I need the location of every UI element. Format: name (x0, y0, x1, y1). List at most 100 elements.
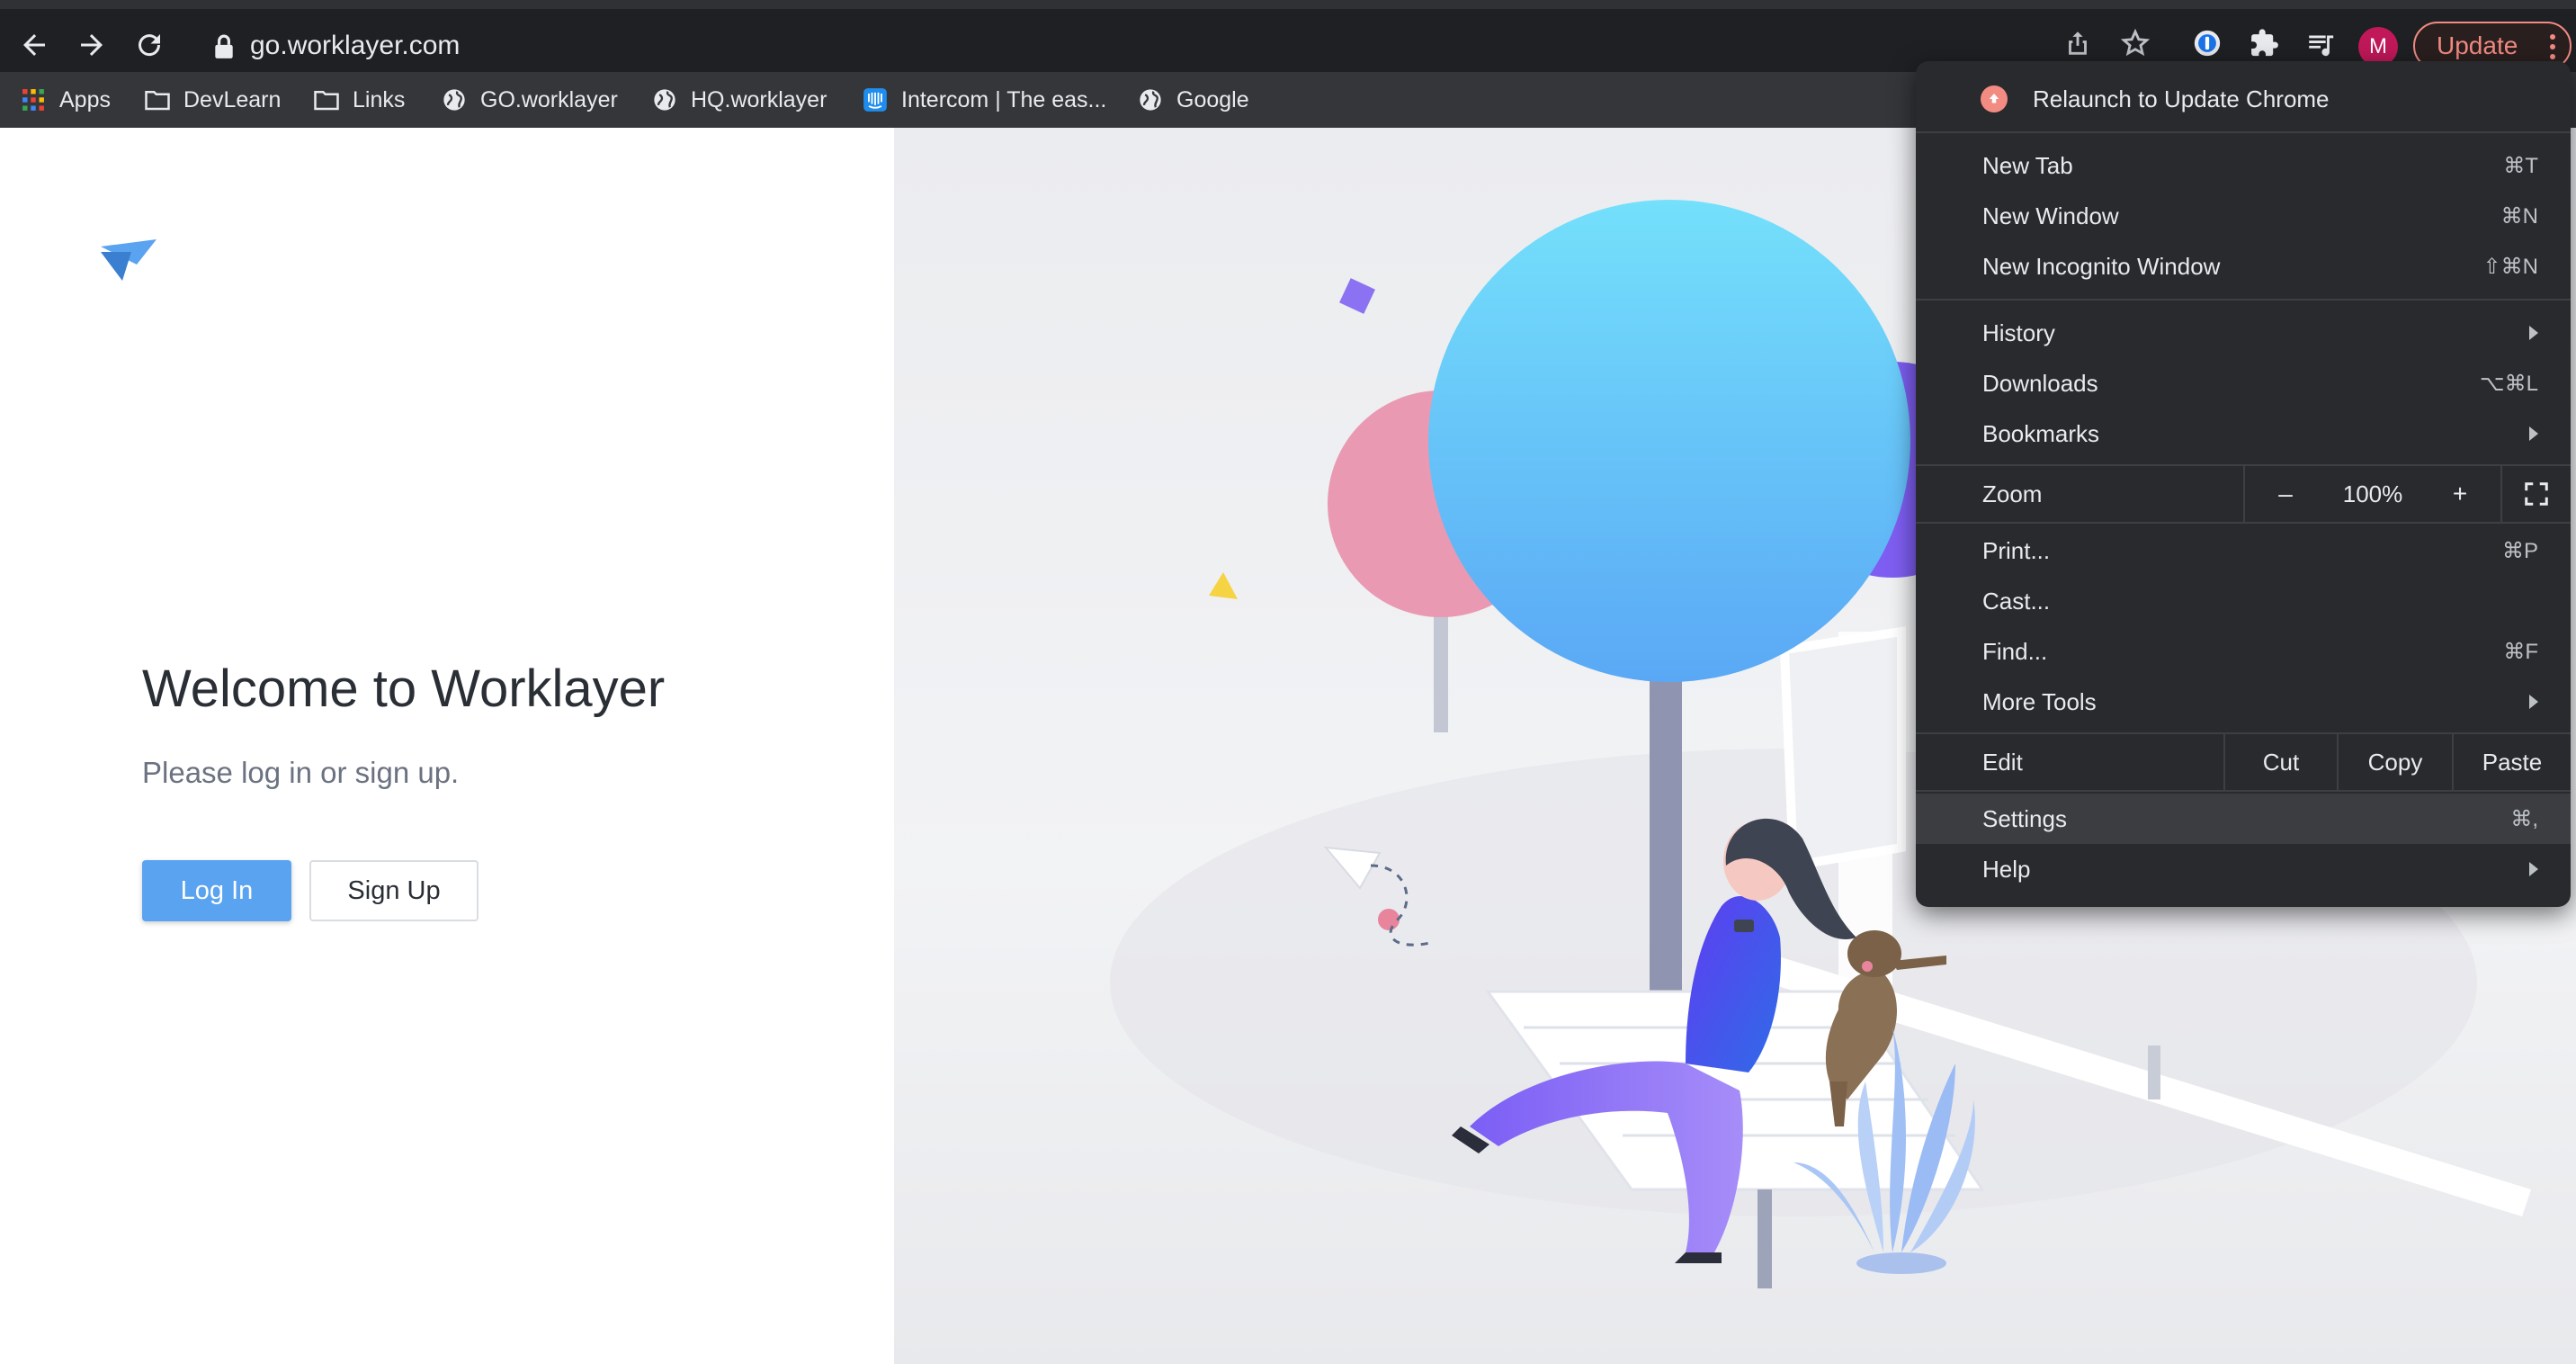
playlist-icon (2309, 35, 2334, 57)
submenu-arrow-icon (2529, 862, 2538, 876)
copy-button[interactable]: Copy (2339, 736, 2452, 788)
intercom-icon (862, 86, 889, 113)
bookmark-label: Links (353, 86, 406, 112)
signup-button[interactable]: Sign Up (309, 860, 479, 921)
zoom-out-button[interactable]: – (2254, 468, 2317, 520)
url-text: go.worklayer.com (250, 31, 461, 60)
bookmark-label: GO.worklayer (480, 86, 618, 112)
fullscreen-button[interactable] (2502, 468, 2571, 520)
menu-find[interactable]: Find... ⌘F (1916, 626, 2571, 677)
extensions-button[interactable] (2243, 22, 2286, 65)
apps-grid-icon (20, 86, 47, 113)
bookmark-links[interactable]: Links (313, 72, 405, 128)
bookmark-label: Google (1176, 86, 1249, 112)
menu-label: Downloads (1982, 369, 2098, 397)
media-controls-button[interactable] (2299, 22, 2342, 65)
menu-label: New Tab (1982, 151, 2073, 179)
bookmark-intercom[interactable]: Intercom | The eas... (862, 72, 1106, 128)
menu-shortcut: ⌘N (2500, 203, 2538, 229)
bookmark-label: DevLearn (183, 86, 282, 112)
menu-bookmarks[interactable]: Bookmarks (1916, 408, 2571, 459)
menu-label: Print... (1982, 536, 2051, 564)
menu-shortcut: ⌘P (2501, 538, 2538, 563)
menu-downloads[interactable]: Downloads ⌥⌘L (1916, 358, 2571, 408)
menu-divider (1916, 790, 2571, 792)
bookmark-go-worklayer[interactable]: GO.worklayer (441, 72, 618, 128)
menu-label: Zoom (1982, 480, 2043, 507)
bookmark-hq-worklayer[interactable]: HQ.worklayer (651, 72, 827, 128)
welcome-heading: Welcome to Worklayer (142, 660, 666, 718)
menu-label: Relaunch to Update Chrome (2033, 85, 2330, 112)
reload-icon (139, 34, 161, 57)
extension-onepassword-button[interactable] (2186, 22, 2229, 65)
submenu-arrow-icon (2529, 695, 2538, 709)
worklayer-logo-icon (101, 239, 157, 281)
globe-icon (651, 86, 678, 113)
chrome-main-menu: Relaunch to Update Chrome New Tab ⌘T New… (1916, 61, 2571, 907)
menu-new-tab[interactable]: New Tab ⌘T (1916, 140, 2571, 191)
address-bar[interactable]: go.worklayer.com (189, 22, 2159, 70)
menu-shortcut: ⌘, (2510, 806, 2538, 831)
zoom-in-button[interactable]: + (2428, 468, 2491, 520)
menu-label: New Window (1982, 202, 2119, 229)
paste-button[interactable]: Paste (2454, 736, 2571, 788)
login-button[interactable]: Log In (142, 860, 291, 921)
menu-help[interactable]: Help (1916, 844, 2571, 894)
folder-icon (144, 86, 171, 113)
fullscreen-icon (2525, 482, 2548, 506)
cut-button[interactable]: Cut (2225, 736, 2337, 788)
menu-relaunch-update[interactable]: Relaunch to Update Chrome (1916, 74, 2571, 124)
menu-label: Cast... (1982, 587, 2051, 615)
forward-button[interactable] (65, 18, 119, 72)
bookmark-label: HQ.worklayer (691, 86, 827, 112)
submenu-arrow-icon (2529, 426, 2538, 441)
welcome-subtitle: Please log in or sign up. (142, 756, 460, 789)
menu-history[interactable]: History (1916, 308, 2571, 358)
reload-button[interactable] (122, 18, 176, 72)
menu-divider (1916, 131, 2571, 133)
arrow-right-icon (81, 34, 103, 56)
menu-print[interactable]: Print... ⌘P (1916, 525, 2571, 576)
bookmark-apps[interactable]: Apps (20, 72, 111, 128)
bookmark-star-button[interactable] (2114, 22, 2157, 65)
login-panel: Welcome to Worklayer Please log in or si… (0, 128, 894, 1364)
menu-label: Find... (1982, 637, 2048, 665)
puzzle-icon (2251, 29, 2278, 57)
menu-label: Help (1982, 855, 2031, 883)
menu-divider (1916, 299, 2571, 301)
update-arrow-icon (1981, 85, 2008, 112)
arrow-left-icon (23, 34, 45, 56)
menu-label: New Incognito Window (1982, 252, 2221, 280)
share-button[interactable] (2056, 22, 2099, 65)
bookmark-label: Intercom | The eas... (901, 86, 1107, 112)
lock-icon (215, 34, 233, 58)
menu-cast[interactable]: Cast... (1916, 576, 2571, 626)
update-label: Update (2437, 31, 2518, 59)
bookmark-devlearn[interactable]: DevLearn (144, 72, 281, 128)
menu-label: History (1982, 319, 2055, 346)
globe-icon (1137, 86, 1164, 113)
bookmark-google[interactable]: Google (1137, 72, 1249, 128)
menu-divider (1916, 732, 2571, 734)
menu-label: More Tools (1982, 687, 2097, 715)
menu-shortcut: ⌥⌘L (2479, 371, 2538, 396)
folder-icon (313, 86, 340, 113)
more-vertical-icon (2550, 34, 2555, 59)
menu-label: Bookmarks (1982, 419, 2100, 447)
share-icon (2069, 31, 2087, 55)
onepassword-icon (2194, 30, 2221, 57)
menu-shortcut: ⇧⌘N (2482, 254, 2538, 279)
menu-more-tools[interactable]: More Tools (1916, 677, 2571, 727)
zoom-level: 100% (2342, 480, 2403, 507)
menu-divider (2243, 466, 2245, 522)
menu-divider (1916, 522, 2571, 524)
menu-shortcut: ⌘T (2503, 153, 2538, 178)
globe-icon (441, 86, 468, 113)
bookmark-label: Apps (59, 86, 111, 112)
menu-new-window[interactable]: New Window ⌘N (1916, 191, 2571, 241)
menu-new-incognito-window[interactable]: New Incognito Window ⇧⌘N (1916, 241, 2571, 292)
back-button[interactable] (7, 18, 61, 72)
menu-shortcut: ⌘F (2503, 639, 2538, 664)
menu-settings[interactable]: Settings ⌘, (1916, 794, 2571, 844)
submenu-arrow-icon (2529, 326, 2538, 340)
